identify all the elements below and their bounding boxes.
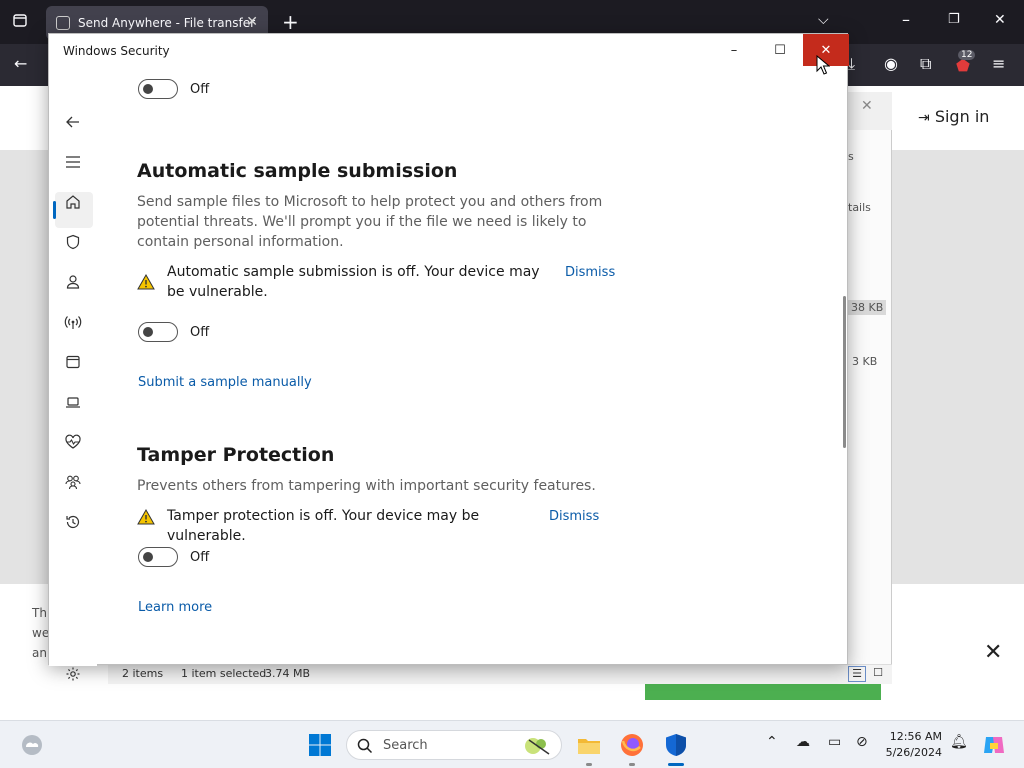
tamper-protection-toggle-label: Off — [190, 550, 210, 565]
start-windows-icon[interactable] — [308, 733, 332, 757]
hamburger-menu-icon[interactable] — [61, 150, 85, 174]
shield-icon[interactable] — [61, 230, 85, 254]
display-icon[interactable]: ▭ — [828, 734, 841, 750]
family-icon[interactable] — [61, 470, 85, 494]
windows-taskbar: Search ⌃ ☁ ▭ ⊘ 12:56 AM 5/26/2024 🔔︎ — [0, 720, 1024, 768]
tab-close-icon[interactable]: ✕ — [246, 14, 258, 30]
navigation-sidebar — [49, 66, 97, 681]
sign-in-link[interactable]: ⇥ Sign in — [918, 107, 989, 126]
windows-security-window: Windows Security – ☐ ✕ Off Automatic sam… — [48, 33, 849, 681]
previous-setting-toggle[interactable] — [138, 79, 178, 99]
windows-security-taskbar-icon[interactable] — [664, 733, 688, 757]
settings-content: Off Automatic sample submission Send sam… — [137, 34, 827, 666]
weather-widget-icon[interactable] — [20, 733, 44, 757]
search-placeholder: Search — [383, 738, 428, 753]
notification-bell-icon[interactable]: 🔔︎ — [950, 734, 968, 750]
extensions-icon[interactable]: ⧉ — [920, 54, 931, 74]
account-icon[interactable]: ◉ — [884, 54, 898, 73]
previous-setting-toggle-label: Off — [190, 82, 210, 97]
laptop-icon[interactable] — [61, 390, 85, 414]
tamper-protection-heading: Tamper Protection — [137, 444, 335, 466]
network-volume-icon[interactable]: ⊘ — [856, 734, 868, 750]
downloads-icon[interactable]: ⤓ — [848, 54, 855, 74]
copilot-icon[interactable] — [982, 733, 1006, 757]
taskbar-search-box[interactable]: Search — [346, 730, 562, 760]
sample-submission-toggle[interactable] — [138, 322, 178, 342]
firefox-icon[interactable] — [620, 733, 644, 757]
file-explorer-icon[interactable] — [577, 733, 601, 757]
green-action-bar[interactable] — [645, 684, 881, 700]
onedrive-offline-icon[interactable]: ☁ — [796, 734, 810, 750]
taskbar-clock[interactable]: 12:56 AM 5/26/2024 — [884, 729, 942, 761]
sample-submission-warning: Automatic sample submission is off. Your… — [167, 264, 540, 300]
tamper-dismiss-link[interactable]: Dismiss — [549, 509, 599, 524]
search-highlight-icon — [525, 738, 550, 755]
clock-date: 5/26/2024 — [885, 746, 942, 759]
details-view-icon[interactable]: ☰ — [848, 666, 866, 682]
background-panel-close-icon[interactable]: ✕ — [861, 98, 873, 114]
security-active-indicator — [668, 763, 684, 766]
tiles-view-icon[interactable]: ☐ — [870, 666, 886, 682]
tamper-protection-warning: Tamper protection is off. Your device ma… — [167, 508, 480, 544]
tab-favicon-icon — [56, 16, 70, 30]
learn-more-link[interactable]: Learn more — [138, 600, 212, 615]
toggle-knob — [143, 84, 153, 94]
app-browser-icon[interactable] — [61, 350, 85, 374]
toggle-knob — [143, 552, 153, 562]
explorer-running-indicator — [586, 763, 592, 766]
extension-badge: 12 — [958, 50, 976, 60]
wireless-icon[interactable] — [61, 310, 85, 334]
background-text-line: Th — [32, 606, 47, 620]
search-icon — [357, 738, 373, 754]
tab-overview-icon[interactable] — [12, 12, 28, 32]
sign-in-label: Sign in — [934, 107, 990, 126]
tamper-protection-toggle[interactable] — [138, 547, 178, 567]
explorer-item-count: 2 items — [122, 667, 164, 680]
panel-file-size-1: 38 KB — [848, 300, 887, 315]
banner-close-icon[interactable]: ✕ — [984, 640, 1002, 665]
settings-gear-icon[interactable] — [61, 662, 85, 686]
sample-dismiss-link[interactable]: Dismiss — [565, 265, 615, 280]
background-panel — [848, 92, 892, 684]
new-tab-button[interactable]: + — [282, 10, 299, 34]
clock-time: 12:56 AM — [889, 730, 942, 743]
background-text-line: an — [32, 646, 47, 660]
explorer-selection-size: 3.74 MB — [265, 667, 311, 680]
mouse-cursor-icon — [816, 55, 830, 75]
tab-title: Send Anywhere - File transfer — [78, 16, 256, 30]
browser-menu-icon[interactable]: ≡ — [992, 54, 1005, 73]
back-arrow-icon[interactable] — [61, 110, 85, 134]
explorer-selection: 1 item selected — [181, 667, 267, 680]
submit-sample-manually-link[interactable]: Submit a sample manually — [138, 375, 312, 390]
sample-submission-heading: Automatic sample submission — [137, 160, 458, 182]
browser-back-icon[interactable]: ← — [14, 54, 27, 73]
warning-icon — [137, 509, 155, 525]
warning-icon — [137, 274, 155, 290]
sample-submission-toggle-label: Off — [190, 325, 210, 340]
browser-restore-icon[interactable]: ❐ — [948, 12, 960, 27]
history-icon[interactable] — [61, 510, 85, 534]
sample-submission-description: Send sample files to Microsoft to help p… — [137, 194, 603, 250]
panel-partial-text-2: tails — [848, 201, 871, 214]
panel-partial-text-1: s — [848, 150, 854, 163]
tamper-protection-description: Prevents others from tampering with impo… — [137, 478, 596, 494]
person-icon[interactable] — [61, 270, 85, 294]
browser-close-icon[interactable]: ✕ — [994, 12, 1006, 28]
tab-list-chevron-icon[interactable]: ⌵ — [818, 12, 829, 28]
panel-file-size-2: 3 KB — [852, 355, 878, 368]
background-text-line: we — [32, 626, 50, 640]
sign-in-icon: ⇥ — [918, 110, 930, 126]
heart-pulse-icon[interactable] — [61, 430, 85, 454]
content-scrollbar[interactable] — [843, 296, 846, 448]
toggle-knob — [143, 327, 153, 337]
show-hidden-icons-chevron-icon[interactable]: ⌃ — [766, 734, 778, 750]
home-icon[interactable] — [61, 190, 85, 214]
nav-selection-indicator — [53, 201, 56, 219]
browser-minimize-icon[interactable]: – — [902, 10, 910, 29]
firefox-running-indicator — [629, 763, 635, 766]
explorer-status-bar: 2 items 1 item selected 3.74 MB ☰ ☐ — [108, 664, 892, 684]
